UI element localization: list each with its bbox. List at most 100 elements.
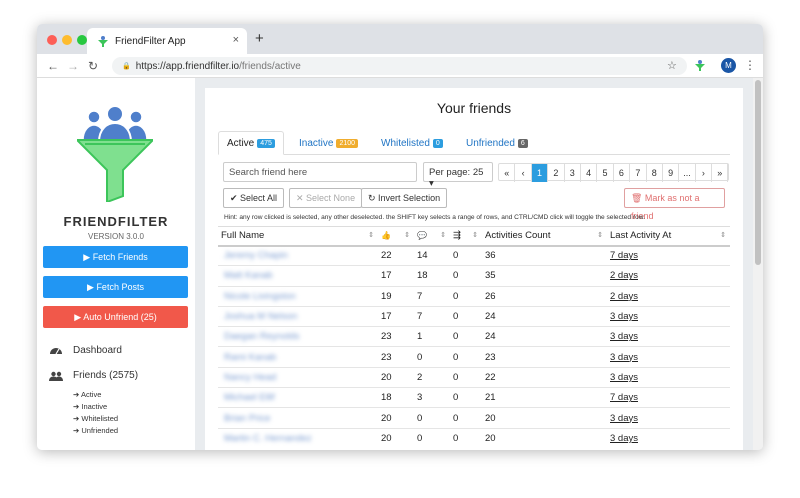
main-panel: Your friends Active 475 Inactive 2100 Wh… [205, 88, 743, 450]
scrollbar[interactable] [753, 78, 763, 450]
profile-avatar[interactable]: M [721, 58, 736, 73]
table-row[interactable]: Rami Kanab 23 0 0 23 3 days [218, 346, 730, 368]
table-row[interactable]: Nancy Head 20 2 0 22 3 days [218, 366, 730, 388]
table-row[interactable]: Nicole Livingston 19 7 0 26 2 days [218, 285, 730, 307]
cell-name: Michael Ellif [218, 387, 378, 408]
col-shares[interactable]: ⇶ ⇕ [450, 226, 482, 247]
page-button[interactable]: ... [679, 164, 696, 182]
friend-name[interactable]: Daegan Reynolds [224, 331, 300, 342]
page-button[interactable]: › [696, 164, 713, 182]
per-page-select[interactable]: Per page: 25 ▾ [423, 162, 493, 189]
table-row[interactable]: Michael Ellif 18 3 0 21 7 days [218, 387, 730, 408]
table-row[interactable]: Jeremy Chapin 22 14 0 36 7 days [218, 244, 730, 266]
last-activity-link[interactable]: 3 days [610, 413, 638, 424]
bookmark-star-icon[interactable]: ☆ [667, 59, 677, 72]
friendfilter-extension-icon[interactable] [694, 59, 706, 71]
friend-name[interactable]: Joshua M Nelson [224, 311, 297, 322]
tab-unfriended[interactable]: Unfriended 6 [458, 131, 536, 155]
col-likes[interactable]: 👍 ⇕ [378, 226, 414, 247]
last-activity-link[interactable]: 2 days [610, 291, 638, 302]
maximize-window-button[interactable] [77, 35, 87, 45]
browser-menu-icon[interactable]: ⋮ [744, 58, 756, 72]
last-activity-link[interactable]: 3 days [610, 352, 638, 363]
sidebar-subitem-inactive[interactable]: ➔ Inactive [73, 402, 107, 411]
page-button[interactable]: » [712, 164, 729, 182]
table-row[interactable]: Matt Kanab 17 18 0 35 2 days [218, 265, 730, 287]
table-row[interactable]: Martin C. Hernandez 20 0 0 20 3 days [218, 427, 730, 449]
page-button[interactable]: 3 [565, 164, 581, 182]
page-button[interactable]: 1 [531, 164, 549, 182]
sidebar-item-dashboard[interactable]: Dashboard [49, 344, 122, 356]
friend-name[interactable]: Rami Kanab [224, 352, 276, 363]
cell-last-activity: 7 days [607, 387, 730, 408]
mark-not-friend-button[interactable]: 🗑 Mark as not a friend [624, 188, 725, 221]
fetch-posts-button[interactable]: ▶ Fetch Posts [43, 276, 188, 298]
page-button[interactable]: « [499, 164, 516, 182]
table-row[interactable]: Daegan Reynolds 23 1 0 24 3 days [218, 326, 730, 347]
share-icon: ⇶ [453, 230, 461, 242]
last-activity-link[interactable]: 7 days [610, 392, 638, 403]
last-activity-link[interactable]: 2 days [610, 270, 638, 281]
friendfilter-logo-icon [77, 105, 153, 202]
tab-active[interactable]: Active 475 [218, 131, 284, 155]
filter-tabs: Active 475 Inactive 2100 Whitelisted 0 U… [218, 131, 730, 155]
last-activity-link[interactable]: 3 days [610, 372, 638, 383]
reload-button[interactable]: ↻ [88, 59, 98, 73]
tab-close-icon[interactable]: × [233, 34, 239, 46]
page-button[interactable]: 6 [614, 164, 631, 182]
friend-name[interactable]: Matt Kanab [224, 270, 273, 281]
browser-tab[interactable]: FriendFilter App × [87, 28, 247, 54]
auto-unfriend-button[interactable]: ▶ Auto Unfriend (25) [43, 306, 188, 328]
table-row[interactable]: Brian Price 20 0 0 20 3 days [218, 407, 730, 429]
cell-comments: 14 [414, 244, 450, 266]
invert-selection-button[interactable]: ↻ Invert Selection [361, 188, 448, 208]
last-activity-link[interactable]: 3 days [610, 311, 638, 322]
page-button[interactable]: 8 [647, 164, 663, 182]
last-activity-link[interactable]: 7 days [610, 250, 638, 261]
cell-likes: 20 [378, 366, 414, 388]
scrollbar-thumb[interactable] [755, 80, 761, 265]
page-button[interactable]: 7 [630, 164, 647, 182]
fetch-friends-button[interactable]: ▶ Fetch Friends [43, 246, 188, 268]
back-button[interactable]: ← [47, 59, 59, 73]
friend-name[interactable]: Nicole Livingston [224, 291, 296, 302]
page-button[interactable]: 2 [548, 164, 565, 182]
col-last-activity[interactable]: Last Activity At ⇕ [607, 226, 730, 247]
cell-comments: 1 [414, 326, 450, 347]
page-button[interactable]: 5 [597, 164, 614, 182]
friend-name[interactable]: Brian Price [224, 413, 270, 424]
table-header: Full Name ⇕ 👍 ⇕ 💬 ⇕ ⇶ ⇕ Activities Count ⇕ La… [218, 226, 730, 247]
cell-last-activity: 3 days [607, 305, 730, 327]
friend-name[interactable]: Martin C. Hernandez [224, 433, 312, 444]
sidebar-subitem-unfriended[interactable]: ➔ Unfriended [73, 426, 118, 435]
page-button[interactable]: ‹ [515, 164, 532, 182]
col-activities[interactable]: Activities Count ⇕ [482, 226, 607, 247]
dashboard-label: Dashboard [73, 344, 122, 356]
cell-name: Brian Price [218, 407, 378, 429]
page-button[interactable]: 9 [663, 164, 680, 182]
sidebar-subitem-active[interactable]: ➔ Active [73, 390, 101, 399]
friend-name[interactable]: Nancy Head [224, 372, 276, 383]
close-window-button[interactable] [47, 35, 57, 45]
sidebar-item-friends[interactable]: Friends (2575) [49, 370, 138, 381]
last-activity-link[interactable]: 3 days [610, 433, 638, 444]
minimize-window-button[interactable] [62, 35, 72, 45]
last-activity-link[interactable]: 3 days [610, 331, 638, 342]
cell-shares: 0 [450, 326, 482, 347]
search-input[interactable]: Search friend here [223, 162, 417, 182]
select-none-button[interactable]: ✕ Select None [289, 188, 363, 208]
friend-name[interactable]: Michael Ellif [224, 392, 275, 403]
new-tab-button[interactable]: + [255, 30, 264, 47]
tab-whitelisted[interactable]: Whitelisted 0 [373, 131, 451, 155]
select-all-button[interactable]: ✔ Select All [223, 188, 285, 208]
tab-inactive[interactable]: Inactive 2100 [291, 131, 366, 155]
url-field[interactable]: 🔒 https://app.friendfilter.io/friends/ac… [112, 57, 687, 75]
forward-button[interactable]: → [67, 59, 79, 73]
col-full-name[interactable]: Full Name ⇕ [218, 226, 378, 247]
pagination: «‹ 1 2 3 4 5 6 7 8 9... ›» [498, 163, 730, 182]
table-row[interactable]: Joshua M Nelson 17 7 0 24 3 days [218, 305, 730, 327]
sidebar-subitem-whitelisted[interactable]: ➔ Whitelisted [73, 414, 118, 423]
friend-name[interactable]: Jeremy Chapin [224, 250, 288, 261]
col-comments[interactable]: 💬 ⇕ [414, 226, 450, 247]
page-button[interactable]: 4 [581, 164, 598, 182]
